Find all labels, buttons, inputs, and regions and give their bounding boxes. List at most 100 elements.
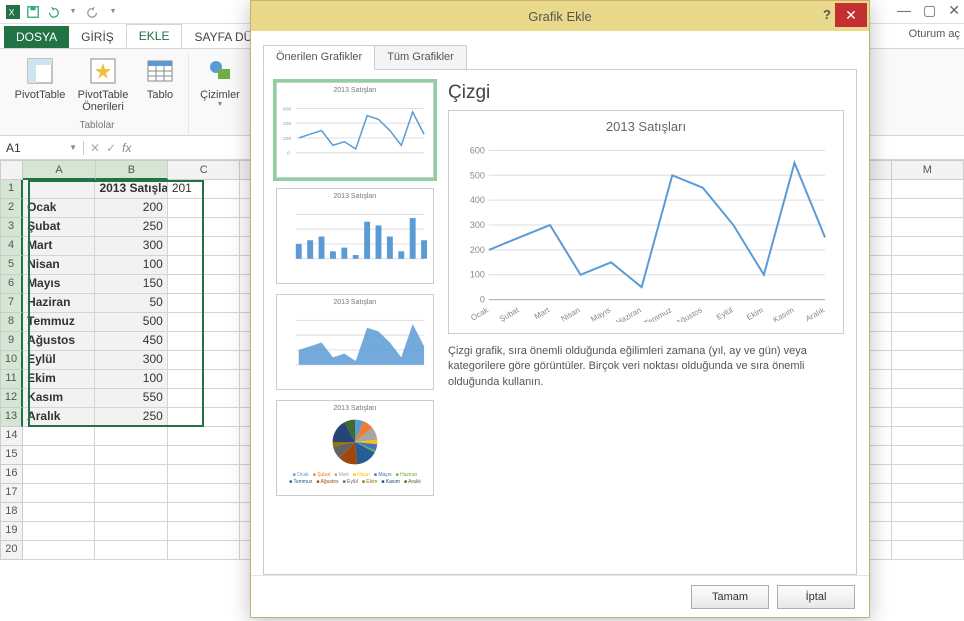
tab-all-charts[interactable]: Tüm Grafikler — [374, 45, 467, 70]
row-header[interactable]: 20 — [0, 541, 23, 560]
dialog-close-button[interactable]: ✕ — [835, 3, 867, 27]
cell[interactable] — [23, 427, 95, 446]
column-header[interactable]: M — [892, 160, 964, 180]
cell[interactable]: 550 — [95, 389, 167, 408]
cell[interactable] — [892, 427, 964, 446]
cell[interactable]: Mart — [23, 237, 95, 256]
cancel-button[interactable]: İptal — [777, 585, 855, 609]
undo-icon[interactable] — [44, 3, 62, 21]
cell[interactable] — [892, 180, 964, 199]
cell[interactable]: Şubat — [23, 218, 95, 237]
cell[interactable]: Ekim — [23, 370, 95, 389]
cell[interactable] — [168, 237, 240, 256]
save-icon[interactable] — [24, 3, 42, 21]
row-header[interactable]: 3 — [0, 218, 23, 237]
cell[interactable]: Ocak — [23, 199, 95, 218]
cell[interactable] — [168, 503, 240, 522]
cell[interactable] — [892, 446, 964, 465]
cell[interactable] — [168, 351, 240, 370]
thumb-bar-chart[interactable]: 2013 Satışları — [276, 188, 434, 284]
sign-in-link[interactable]: Oturum aç — [909, 28, 960, 40]
chart-preview-box[interactable]: 2013 Satışları 0100200300400500600 OcakŞ… — [448, 110, 844, 334]
redo-icon[interactable] — [84, 3, 102, 21]
cell[interactable] — [168, 389, 240, 408]
cell[interactable] — [95, 541, 167, 560]
minimize-button[interactable]: — — [897, 2, 911, 19]
row-header[interactable]: 4 — [0, 237, 23, 256]
row-header[interactable]: 18 — [0, 503, 23, 522]
cell[interactable]: 201 — [168, 180, 240, 199]
cell[interactable]: 100 — [95, 256, 167, 275]
ok-button[interactable]: Tamam — [691, 585, 769, 609]
row-header[interactable]: 8 — [0, 313, 23, 332]
cell[interactable] — [23, 446, 95, 465]
cell[interactable] — [168, 522, 240, 541]
cell[interactable] — [892, 199, 964, 218]
cell[interactable]: 300 — [95, 351, 167, 370]
cell[interactable]: 500 — [95, 313, 167, 332]
row-header[interactable]: 11 — [0, 370, 23, 389]
cell[interactable] — [892, 351, 964, 370]
cell[interactable] — [168, 427, 240, 446]
cell[interactable]: 100 — [95, 370, 167, 389]
row-header[interactable]: 10 — [0, 351, 23, 370]
dialog-help-icon[interactable]: ? — [823, 7, 831, 22]
cell[interactable] — [23, 503, 95, 522]
cell[interactable] — [95, 503, 167, 522]
thumb-area-chart[interactable]: 2013 Satışları — [276, 294, 434, 390]
cell[interactable] — [892, 237, 964, 256]
maximize-button[interactable]: ▢ — [923, 2, 936, 19]
cell[interactable]: Haziran — [23, 294, 95, 313]
column-header[interactable]: C — [168, 160, 240, 180]
row-header[interactable]: 6 — [0, 275, 23, 294]
cell[interactable] — [168, 218, 240, 237]
row-header[interactable]: 12 — [0, 389, 23, 408]
cell[interactable]: Mayıs — [23, 275, 95, 294]
row-header[interactable]: 13 — [0, 408, 23, 427]
cell[interactable]: Aralık — [23, 408, 95, 427]
cell[interactable] — [892, 313, 964, 332]
cell[interactable]: Kasım — [23, 389, 95, 408]
cell[interactable] — [168, 408, 240, 427]
table-button[interactable]: Tablo — [138, 53, 182, 72]
cell[interactable] — [892, 465, 964, 484]
cell[interactable] — [892, 370, 964, 389]
row-header[interactable]: 16 — [0, 465, 23, 484]
cell[interactable] — [23, 541, 95, 560]
cell[interactable] — [23, 465, 95, 484]
thumb-pie-chart[interactable]: 2013 Satışları OcakŞubatMartNisanMayısHa… — [276, 400, 434, 496]
row-header[interactable]: 15 — [0, 446, 23, 465]
cell[interactable]: 2013 Satışları — [95, 180, 167, 199]
drawings-button[interactable]: Çizimler ▼ — [195, 53, 245, 72]
cell[interactable]: Temmuz — [23, 313, 95, 332]
cell[interactable] — [168, 256, 240, 275]
cell[interactable] — [892, 408, 964, 427]
tab-home[interactable]: GİRİŞ — [69, 26, 126, 48]
cell[interactable] — [892, 218, 964, 237]
cell[interactable]: 250 — [95, 408, 167, 427]
row-header[interactable]: 14 — [0, 427, 23, 446]
cell[interactable] — [23, 180, 95, 199]
cell[interactable] — [892, 503, 964, 522]
tab-insert[interactable]: EKLE — [126, 24, 183, 48]
cell[interactable]: 200 — [95, 199, 167, 218]
name-box-dropdown-icon[interactable]: ▼ — [69, 143, 77, 152]
pivottable-button[interactable]: PivotTable — [12, 53, 68, 72]
dialog-titlebar[interactable]: Grafik Ekle ? ✕ — [251, 1, 869, 31]
thumb-line-chart[interactable]: 2013 Satışları 6004002000 — [276, 82, 434, 178]
cell[interactable] — [168, 199, 240, 218]
cell[interactable] — [95, 427, 167, 446]
name-box[interactable]: A1 ▼ — [0, 141, 84, 155]
cell[interactable]: 450 — [95, 332, 167, 351]
cell[interactable] — [23, 522, 95, 541]
confirm-formula-icon[interactable]: ✓ — [106, 141, 116, 155]
cell[interactable] — [892, 294, 964, 313]
qat-customize-icon[interactable]: ▼ — [104, 3, 122, 21]
insert-function-icon[interactable]: fx — [122, 141, 131, 155]
column-header[interactable]: A — [23, 160, 95, 180]
cell[interactable] — [892, 389, 964, 408]
cell[interactable] — [168, 332, 240, 351]
cell[interactable]: 250 — [95, 218, 167, 237]
row-header[interactable]: 1 — [0, 180, 23, 199]
cell[interactable]: Nisan — [23, 256, 95, 275]
